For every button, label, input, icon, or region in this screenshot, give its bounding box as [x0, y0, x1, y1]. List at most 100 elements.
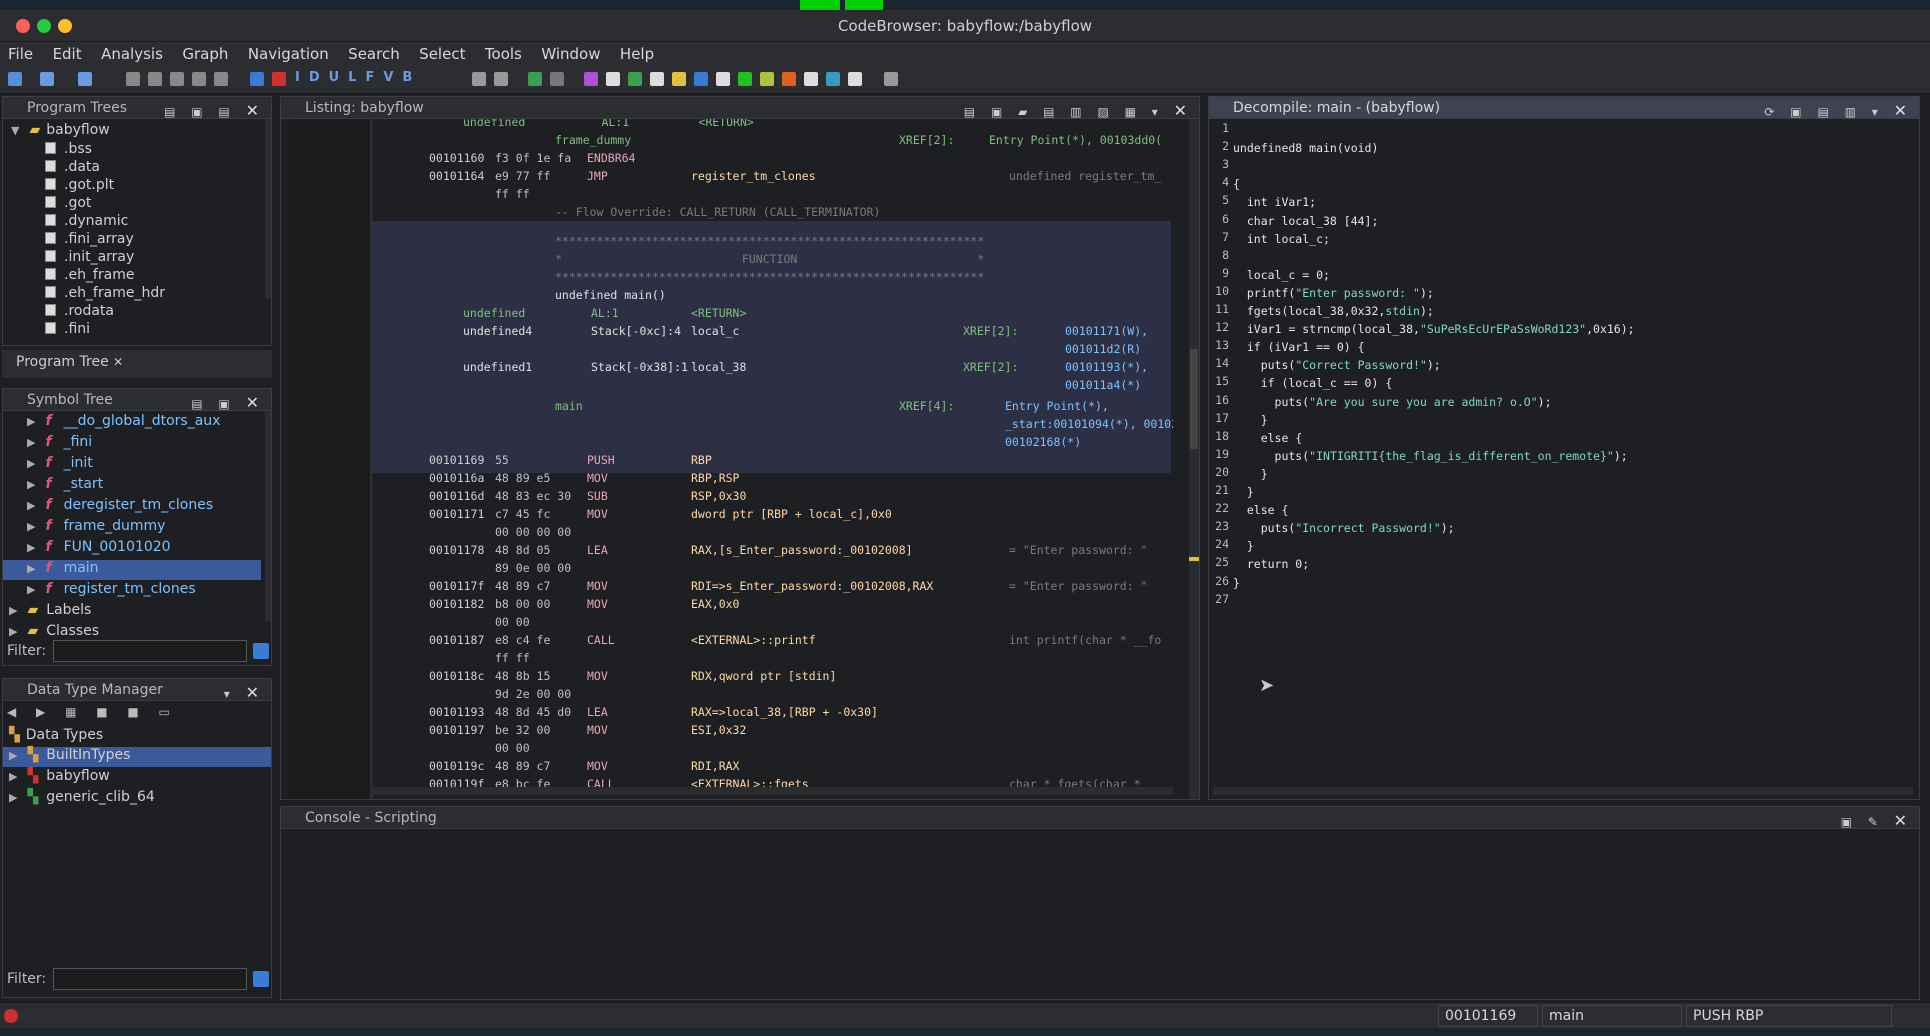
function-graph-icon[interactable] — [716, 72, 730, 86]
menu-tools[interactable]: Tools — [485, 42, 522, 63]
listing-scroll-thumb[interactable] — [1190, 349, 1198, 449]
chevron-right-icon[interactable]: ▶ — [27, 478, 35, 491]
close-icon[interactable]: ✕ — [246, 393, 265, 412]
data-type-item[interactable]: ▶ ▚ generic_clib_64 — [3, 789, 271, 809]
data-types-root[interactable]: ▚ Data Types — [9, 727, 103, 747]
datatype-filter-input[interactable] — [53, 968, 247, 990]
chevron-right-icon[interactable]: ▶ — [27, 457, 35, 470]
close-icon[interactable]: ✕ — [1894, 811, 1913, 830]
error-status-icon[interactable] — [4, 1009, 18, 1023]
close-icon[interactable]: ✕ — [246, 683, 265, 702]
program-tree-root[interactable]: ▼ ▰ babyflow — [11, 122, 110, 142]
redo-icon[interactable] — [550, 72, 564, 86]
program-tree-item[interactable]: .rodata — [45, 303, 114, 323]
down-arrow-icon[interactable] — [250, 72, 264, 86]
script-icon[interactable] — [584, 72, 598, 86]
chevron-down-icon[interactable]: ▼ — [11, 124, 19, 137]
folder-icon[interactable] — [672, 72, 686, 86]
chevron-right-icon[interactable]: ▶ — [27, 499, 35, 512]
chevron-right-icon[interactable]: ▶ — [9, 604, 17, 617]
decompile-header-icons[interactable]: ⟳ ▣ ▤ ▥ ▾ ✕ — [1764, 101, 1913, 120]
python-icon[interactable] — [782, 72, 796, 86]
tree-icon[interactable] — [848, 72, 862, 86]
image-icon[interactable] — [826, 72, 840, 86]
symbol-tree-item[interactable]: ▶ f __do_global_dtors_aux — [3, 413, 261, 433]
bookmark-icon[interactable] — [272, 72, 286, 86]
undo-icon[interactable] — [528, 72, 542, 86]
program-tree-item[interactable]: .init_array — [45, 249, 134, 269]
chevron-right-icon[interactable]: ▶ — [27, 562, 35, 575]
program-trees-scrollbar[interactable] — [265, 119, 271, 299]
decompile-content[interactable]: 1 2 undefined8 main(void) 3 4{5 int iVar1; 6 … — [1213, 121, 1913, 781]
close-icon[interactable]: ✕ — [1174, 101, 1193, 120]
symbol-tree-item[interactable]: ▶ f _start — [3, 476, 261, 496]
program-tree-item[interactable]: .dynamic — [45, 213, 128, 233]
chevron-right-icon[interactable]: ▶ — [27, 415, 35, 428]
nav-next-instr-icon[interactable] — [148, 72, 162, 86]
chevron-right-icon[interactable]: ▶ — [27, 541, 35, 554]
symbol-tree-item[interactable]: ▶ f register_tm_clones — [3, 581, 261, 601]
chevron-right-icon[interactable]: ▶ — [9, 770, 17, 783]
menu-file[interactable]: File — [8, 42, 33, 63]
data-type-item[interactable]: ▶ ▚ BuiltInTypes — [3, 747, 271, 767]
symbol-tree-item[interactable]: ▶ f deregister_tm_clones — [3, 497, 261, 517]
nav-next-data-icon[interactable] — [126, 72, 140, 86]
chevron-right-icon[interactable]: ▶ — [27, 520, 35, 533]
menu-edit[interactable]: Edit — [53, 42, 82, 63]
program-tree-item[interactable]: .got — [45, 195, 91, 215]
program-tree-item[interactable]: .data — [45, 159, 100, 179]
data-type-manager-header-icons[interactable]: ▾ ✕ — [224, 683, 265, 702]
save-icon[interactable] — [8, 72, 22, 86]
symbol-tree-item[interactable]: ▶ f _init — [3, 455, 261, 475]
tab-program-tree[interactable]: Program Tree ✕ — [16, 354, 123, 370]
symbol-tree-scrollbar[interactable] — [265, 411, 271, 621]
console-header-icons[interactable]: ▣ ✎ ✕ — [1841, 811, 1913, 830]
symbol-tree-item[interactable]: ▶ f _fini — [3, 434, 261, 454]
menu-graph[interactable]: Graph — [182, 42, 228, 63]
listing-scrollbar[interactable] — [1189, 119, 1199, 799]
table-icon[interactable] — [804, 72, 818, 86]
nav-next-label-icon[interactable] — [192, 72, 206, 86]
symbol-tree-item[interactable]: ▶ f FUN_00101020 — [3, 539, 261, 559]
program-tree-item[interactable]: .got.plt — [45, 177, 114, 197]
menu-navigation[interactable]: Navigation — [248, 42, 329, 63]
menu-help[interactable]: Help — [620, 42, 654, 63]
listing-header-icons[interactable]: ▤ ▣ ▰ ▤ ▥ ▨ ▦ ▾ ✕ — [964, 101, 1193, 120]
symbol-tree-item[interactable]: ▶ f main — [3, 560, 261, 580]
symbol-tree-item[interactable]: ▶ f frame_dummy — [3, 518, 261, 538]
bytes-icon[interactable] — [606, 72, 620, 86]
chevron-right-icon[interactable]: ▶ — [27, 436, 35, 449]
data-type-item[interactable]: ▶ ▚ babyflow — [3, 768, 271, 788]
menu-select[interactable]: Select — [419, 42, 465, 63]
listing-hscroll[interactable] — [373, 787, 1173, 795]
chevron-right-icon[interactable]: ▶ — [27, 583, 35, 596]
close-tab-icon[interactable]: ✕ — [113, 355, 123, 369]
filter-options-icon[interactable] — [253, 971, 269, 987]
symbol-tree-folder[interactable]: ▶ ▰ Labels — [9, 602, 91, 622]
run-icon[interactable] — [738, 72, 752, 86]
chevron-right-icon[interactable]: ▶ — [9, 749, 17, 762]
program-tree-item[interactable]: .eh_frame_hdr — [45, 285, 165, 305]
copy-icon[interactable] — [472, 72, 486, 86]
close-icon[interactable]: ✕ — [1894, 101, 1913, 120]
forward-icon[interactable] — [78, 72, 92, 86]
chevron-right-icon[interactable]: ▶ — [9, 625, 17, 638]
program-trees-header-icons[interactable]: ▤ ▣ ▤ ✕ — [164, 101, 265, 120]
back-icon[interactable] — [40, 72, 54, 86]
decompile-hscroll[interactable] — [1213, 787, 1913, 795]
nav-next-function-icon[interactable] — [214, 72, 228, 86]
type-toolbar-icons[interactable]: IDULFVB — [295, 70, 421, 85]
listing-content[interactable]: undefined AL:1 <RETURN> frame_dummy XREF[2… — [373, 119, 1173, 799]
program-tree-item[interactable]: .fini_array — [45, 231, 134, 251]
menu-window[interactable]: Window — [541, 42, 600, 63]
register-icon[interactable] — [694, 72, 708, 86]
refresh-icon[interactable] — [628, 72, 642, 86]
paste-icon[interactable] — [494, 72, 508, 86]
filter-options-icon[interactable] — [253, 643, 269, 659]
close-icon[interactable]: ✕ — [246, 101, 265, 120]
program-tree-item[interactable]: .eh_frame — [45, 267, 134, 287]
memory-map-icon[interactable] — [650, 72, 664, 86]
debug-icon[interactable] — [760, 72, 774, 86]
menu-search[interactable]: Search — [348, 42, 400, 63]
program-tree-item[interactable]: .fini — [45, 321, 90, 341]
